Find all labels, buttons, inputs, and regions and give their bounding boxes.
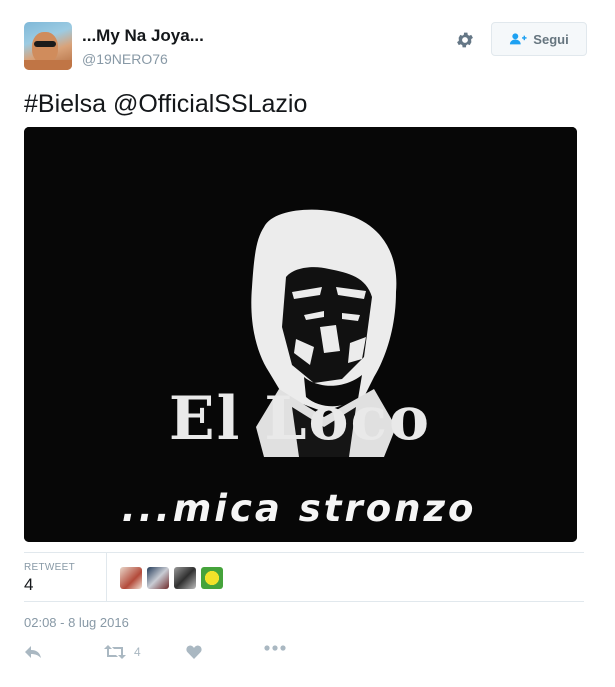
tweet-actions: 4 [24, 645, 324, 667]
retweet-icon [104, 645, 126, 659]
reply-icon [25, 646, 41, 658]
retweeter-avatar[interactable] [174, 567, 196, 589]
retweet-stat-count[interactable]: 4 [24, 575, 33, 595]
tweet-stats: RETWEET 4 [24, 552, 584, 602]
gear-icon[interactable] [455, 30, 475, 50]
stats-divider [106, 553, 107, 601]
tweet-text: #Bielsa @OfficialSSLazio [24, 90, 308, 118]
bielsa-portrait-illustration [24, 127, 577, 542]
tweet-header: ...My Na Joya... @19NERO76 Segui [24, 22, 587, 72]
avatar-shoulder [24, 60, 72, 70]
retweeter-avatar[interactable] [201, 567, 223, 589]
author-handle[interactable]: @19NERO76 [82, 51, 168, 67]
more-button[interactable] [264, 645, 286, 651]
image-title-text: El Loco [168, 384, 432, 454]
avatar-sunglasses [34, 41, 56, 47]
image-subtitle-text: ...mica stronzo [121, 487, 477, 530]
retweeter-avatars [120, 567, 223, 589]
retweet-button[interactable]: 4 [104, 645, 141, 659]
author-avatar[interactable] [24, 22, 72, 70]
retweet-stat-label: RETWEET [24, 562, 75, 573]
follow-button[interactable]: Segui [491, 22, 587, 56]
like-button[interactable] [186, 645, 202, 659]
reply-button[interactable] [24, 645, 42, 659]
follow-button-label: Segui [533, 31, 569, 47]
tweet-timestamp[interactable]: 02:08 - 8 lug 2016 [24, 615, 129, 630]
retweet-action-count: 4 [134, 645, 141, 659]
retweeter-avatar[interactable] [147, 567, 169, 589]
more-icon [264, 645, 286, 651]
tweet-image[interactable]: El Loco ...mica stronzo [24, 127, 577, 542]
like-icon [186, 645, 202, 659]
author-name[interactable]: ...My Na Joya... [82, 26, 204, 46]
retweeter-avatar[interactable] [120, 567, 142, 589]
follow-user-icon [510, 33, 527, 45]
